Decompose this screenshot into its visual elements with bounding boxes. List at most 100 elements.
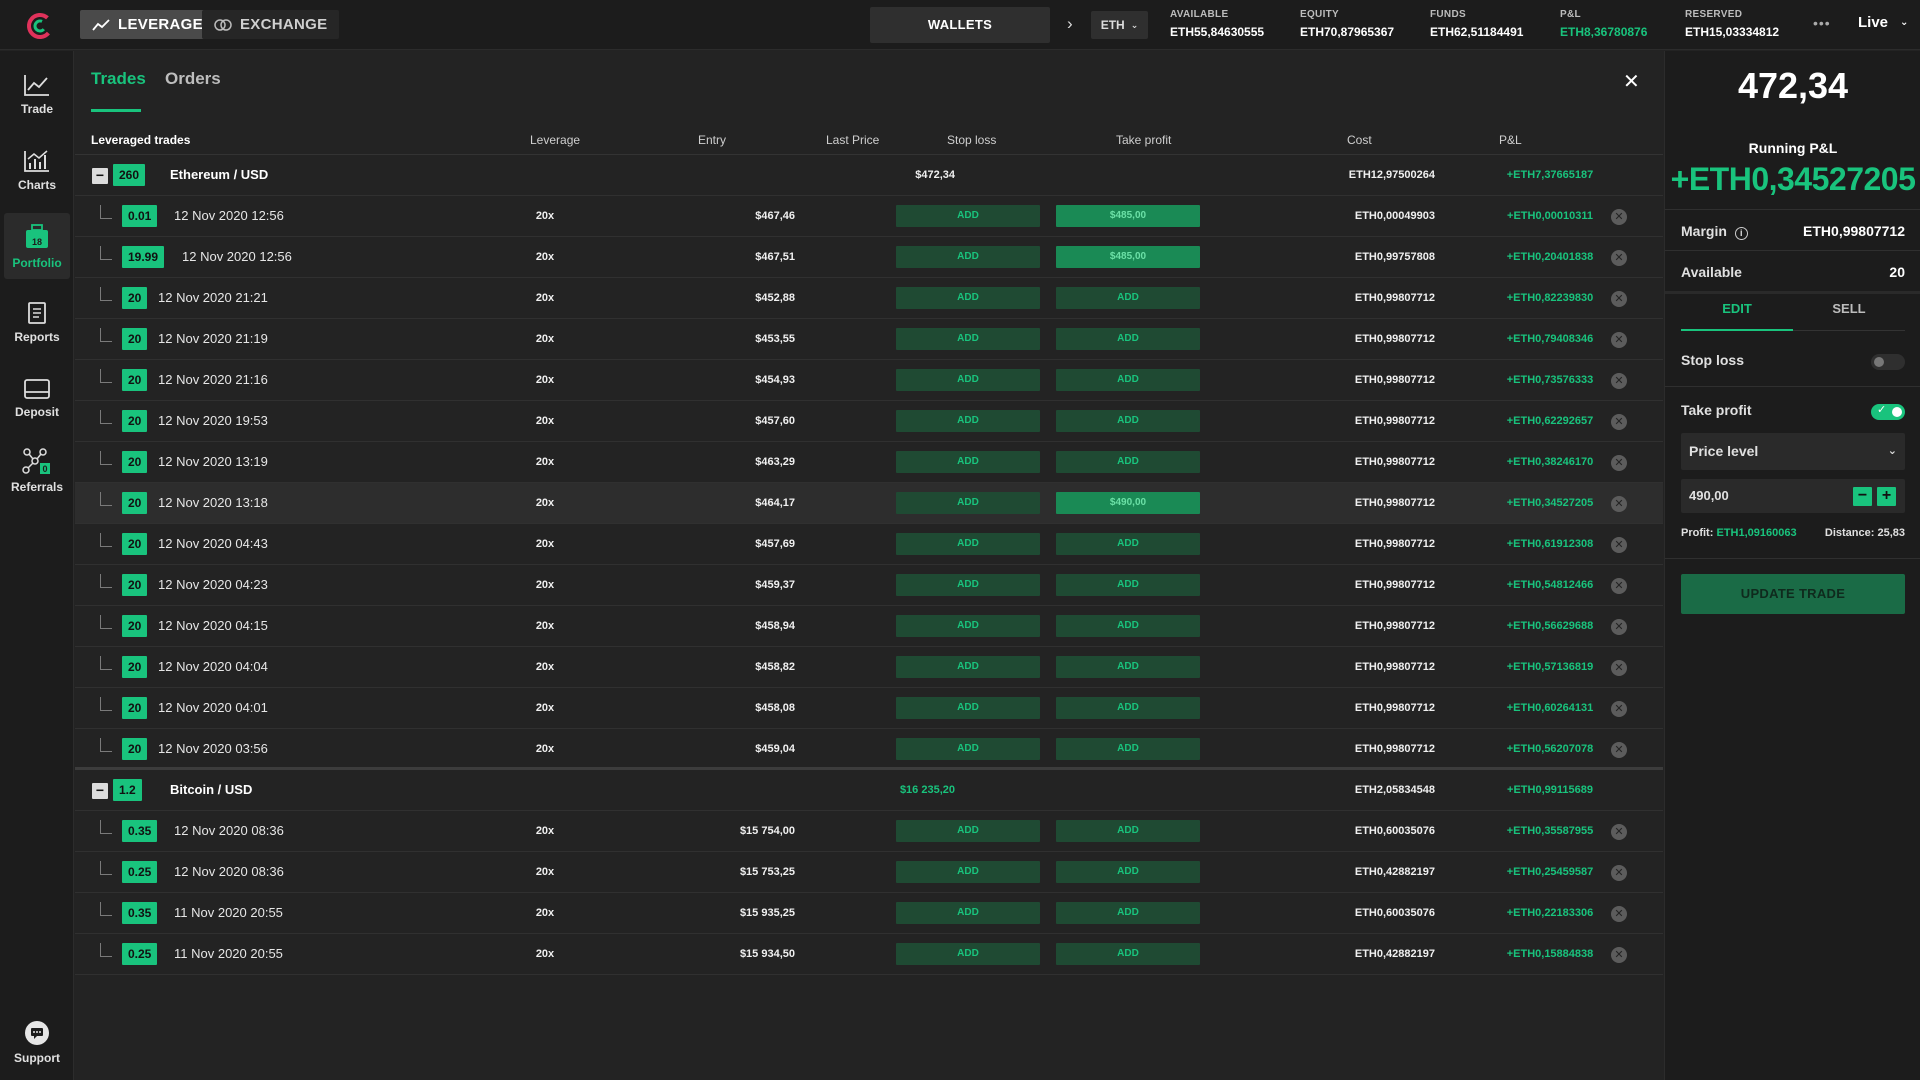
close-trade-icon[interactable]: ✕ — [1611, 209, 1627, 225]
close-icon[interactable]: ✕ — [1623, 69, 1640, 94]
nav-item-reports[interactable]: Reports — [4, 289, 70, 355]
stop-loss-button[interactable]: ADD — [896, 902, 1040, 924]
column-header-leverage[interactable]: Leverage — [530, 125, 580, 155]
table-row[interactable]: 2012 Nov 2020 13:1920x$463,29$472,34ADDA… — [75, 442, 1663, 483]
close-trade-icon[interactable]: ✕ — [1611, 291, 1627, 307]
leverage-mode-button[interactable]: LEVERAGE — [80, 10, 215, 39]
take-profit-button[interactable]: ADD — [1056, 820, 1200, 842]
table-row[interactable]: 2012 Nov 2020 21:2120x$452,88$472,34ADDA… — [75, 278, 1663, 319]
info-icon[interactable]: i — [1734, 227, 1748, 240]
close-trade-icon[interactable]: ✕ — [1611, 414, 1627, 430]
close-trade-icon[interactable]: ✕ — [1611, 824, 1627, 840]
column-header-last-price[interactable]: Last Price — [826, 125, 879, 155]
stop-loss-button[interactable]: ADD — [896, 861, 1040, 883]
chevron-right-icon[interactable]: › — [1067, 14, 1073, 34]
group-row[interactable]: −260 Ethereum / USD $472,34 ETH12,97500264 +… — [75, 155, 1663, 196]
close-trade-icon[interactable]: ✕ — [1611, 947, 1627, 963]
take-profit-toggle[interactable]: ✓ — [1871, 404, 1905, 420]
table-row[interactable]: 0.2511 Nov 2020 20:5520x$15 934,50$16 23… — [75, 934, 1663, 975]
close-trade-icon[interactable]: ✕ — [1611, 250, 1627, 266]
table-row[interactable]: 0.3512 Nov 2020 08:3620x$15 754,00$16 23… — [75, 811, 1663, 852]
tab-trades[interactable]: Trades — [91, 69, 146, 89]
table-row[interactable]: 0.3511 Nov 2020 20:5520x$15 935,25$16 23… — [75, 893, 1663, 934]
take-profit-button[interactable]: ADD — [1056, 738, 1200, 760]
table-row[interactable]: 0.0112 Nov 2020 12:5620x$467,46$472,34AD… — [75, 196, 1663, 237]
table-row[interactable]: 2012 Nov 2020 21:1620x$454,93$472,34ADDA… — [75, 360, 1663, 401]
more-options-icon[interactable]: ••• — [1813, 15, 1831, 31]
close-trade-icon[interactable]: ✕ — [1611, 742, 1627, 758]
close-trade-icon[interactable]: ✕ — [1611, 332, 1627, 348]
update-trade-button[interactable]: UPDATE TRADE — [1681, 574, 1905, 614]
take-profit-button[interactable]: ADD — [1056, 861, 1200, 883]
column-header-pnl[interactable]: P&L — [1499, 125, 1522, 155]
table-row[interactable]: 2012 Nov 2020 04:0420x$458,82$472,34ADDA… — [75, 647, 1663, 688]
table-row[interactable]: 19.9912 Nov 2020 12:5620x$467,51$472,34A… — [75, 237, 1663, 278]
close-trade-icon[interactable]: ✕ — [1611, 537, 1627, 553]
table-row[interactable]: 2012 Nov 2020 03:5620x$459,04$472,34ADDA… — [75, 729, 1663, 770]
stop-loss-button[interactable]: ADD — [896, 369, 1040, 391]
table-row[interactable]: 0.2512 Nov 2020 08:3620x$15 753,25$16 23… — [75, 852, 1663, 893]
close-trade-icon[interactable]: ✕ — [1611, 619, 1627, 635]
tab-sell[interactable]: SELL — [1793, 296, 1905, 331]
column-header-entry[interactable]: Entry — [698, 125, 726, 155]
collapse-icon[interactable]: − — [92, 168, 108, 184]
table-row[interactable]: 2012 Nov 2020 04:1520x$458,94$472,34ADDA… — [75, 606, 1663, 647]
column-header-stop-loss[interactable]: Stop loss — [947, 125, 996, 155]
close-trade-icon[interactable]: ✕ — [1611, 455, 1627, 471]
take-profit-button[interactable]: ADD — [1056, 451, 1200, 473]
take-profit-button[interactable]: ADD — [1056, 697, 1200, 719]
close-trade-icon[interactable]: ✕ — [1611, 660, 1627, 676]
exchange-mode-button[interactable]: EXCHANGE — [202, 10, 340, 39]
table-row[interactable]: 2012 Nov 2020 04:4320x$457,69$472,34ADDA… — [75, 524, 1663, 565]
stop-loss-button[interactable]: ADD — [896, 246, 1040, 268]
stop-loss-button[interactable]: ADD — [896, 287, 1040, 309]
close-trade-icon[interactable]: ✕ — [1611, 373, 1627, 389]
increment-button[interactable]: + — [1877, 487, 1896, 506]
take-profit-button[interactable]: ADD — [1056, 533, 1200, 555]
stop-loss-button[interactable]: ADD — [896, 697, 1040, 719]
nav-item-trade[interactable]: Trade — [4, 61, 70, 127]
take-profit-button[interactable]: ADD — [1056, 574, 1200, 596]
close-trade-icon[interactable]: ✕ — [1611, 578, 1627, 594]
account-mode-select[interactable]: Live ⌄ — [1858, 14, 1908, 31]
close-trade-icon[interactable]: ✕ — [1611, 701, 1627, 717]
decrement-button[interactable]: − — [1853, 487, 1872, 506]
stop-loss-button[interactable]: ADD — [896, 738, 1040, 760]
wallets-button[interactable]: WALLETS — [870, 7, 1050, 43]
stop-loss-button[interactable]: ADD — [896, 943, 1040, 965]
nav-item-referrals[interactable]: 0 Referrals — [4, 437, 70, 503]
take-profit-price-input[interactable]: 490,00 − + — [1681, 479, 1905, 513]
take-profit-button[interactable]: ADD — [1056, 615, 1200, 637]
table-row[interactable]: 2012 Nov 2020 04:2320x$459,37$472,34ADDA… — [75, 565, 1663, 606]
take-profit-button[interactable]: ADD — [1056, 656, 1200, 678]
price-level-select[interactable]: Price level ⌄ — [1681, 433, 1905, 470]
stop-loss-toggle[interactable] — [1871, 354, 1905, 370]
nav-item-portfolio[interactable]: 18 Portfolio — [4, 213, 70, 279]
close-trade-icon[interactable]: ✕ — [1611, 865, 1627, 881]
take-profit-button[interactable]: $485,00 — [1056, 246, 1200, 268]
close-trade-icon[interactable]: ✕ — [1611, 906, 1627, 922]
stop-loss-button[interactable]: ADD — [896, 410, 1040, 432]
table-row[interactable]: 2012 Nov 2020 04:0120x$458,08$472,34ADDA… — [75, 688, 1663, 729]
stop-loss-button[interactable]: ADD — [896, 451, 1040, 473]
nav-item-support[interactable]: Support — [4, 1009, 70, 1075]
table-row[interactable]: 2012 Nov 2020 21:1920x$453,55$472,34ADDA… — [75, 319, 1663, 360]
stop-loss-button[interactable]: ADD — [896, 615, 1040, 637]
nav-item-deposit[interactable]: Deposit — [4, 365, 70, 431]
take-profit-button[interactable]: ADD — [1056, 369, 1200, 391]
nav-item-charts[interactable]: Charts — [4, 137, 70, 203]
stop-loss-button[interactable]: ADD — [896, 205, 1040, 227]
brand-logo-icon[interactable] — [26, 12, 54, 40]
tab-edit[interactable]: EDIT — [1681, 296, 1793, 331]
table-row[interactable]: 2012 Nov 2020 19:5320x$457,60$472,34ADDA… — [75, 401, 1663, 442]
group-row[interactable]: −1.2 Bitcoin / USD $16 235,20 ETH2,05834548… — [75, 770, 1663, 811]
stop-loss-button[interactable]: ADD — [896, 574, 1040, 596]
table-row[interactable]: 2012 Nov 2020 13:1820x$464,17$472,34ADD$… — [75, 483, 1663, 524]
stop-loss-button[interactable]: ADD — [896, 533, 1040, 555]
take-profit-button[interactable]: ADD — [1056, 328, 1200, 350]
take-profit-button[interactable]: $485,00 — [1056, 205, 1200, 227]
currency-select[interactable]: ETH ⌄ — [1091, 11, 1148, 39]
tab-orders[interactable]: Orders — [165, 69, 221, 89]
stop-loss-button[interactable]: ADD — [896, 820, 1040, 842]
take-profit-button[interactable]: ADD — [1056, 410, 1200, 432]
